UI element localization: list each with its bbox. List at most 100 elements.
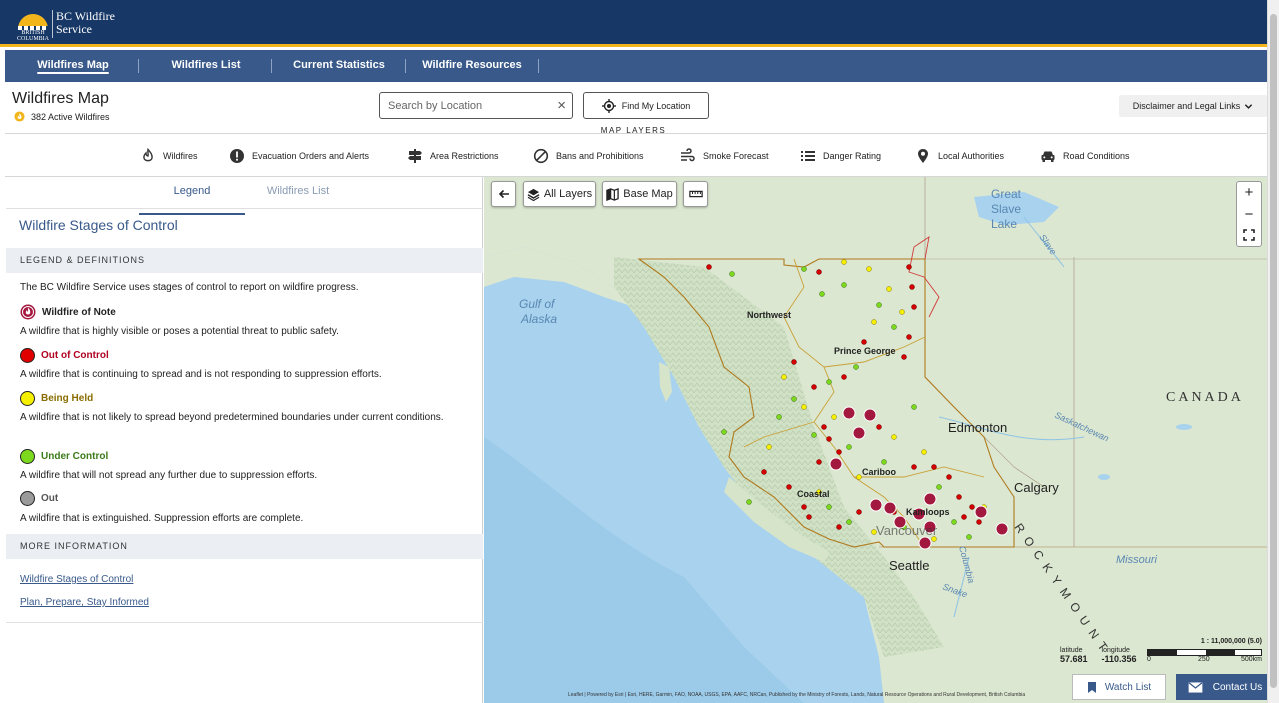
map-label: Calgary bbox=[1014, 480, 1059, 495]
nav-current-statistics[interactable]: Current Statistics bbox=[290, 50, 388, 82]
base-map-button[interactable]: Base Map bbox=[602, 181, 677, 207]
scale-bar: 1 : 11,000,000 (5.0) 0 250 500km bbox=[1147, 638, 1262, 665]
base-map-label: Base Map bbox=[623, 188, 673, 200]
search-box: × bbox=[379, 92, 573, 119]
layer-danger-rating[interactable]: Danger Rating bbox=[800, 146, 881, 166]
tab-wildfires-list[interactable]: Wildfires List bbox=[246, 185, 350, 207]
zoom-out-button[interactable]: − bbox=[1237, 204, 1261, 226]
nav-separator bbox=[538, 59, 539, 73]
watch-list-label: Watch List bbox=[1104, 681, 1152, 693]
flame-icon bbox=[14, 111, 25, 122]
link-plan-prepare[interactable]: Plan, Prepare, Stay Informed bbox=[20, 597, 149, 608]
layer-bans-prohibitions[interactable]: Bans and Prohibitions bbox=[533, 146, 644, 166]
legend-item-out: Out bbox=[20, 491, 58, 506]
layer-label: Smoke Forecast bbox=[703, 151, 769, 161]
map-label: Seattle bbox=[889, 558, 929, 573]
layer-area-restrictions[interactable]: Area Restrictions bbox=[407, 146, 499, 166]
legend-description: A wildfire that is highly visible or pos… bbox=[20, 326, 339, 337]
layer-label: Evacuation Orders and Alerts bbox=[252, 151, 370, 161]
red-dot-icon bbox=[20, 348, 35, 363]
legend-heading: LEGEND & DEFINITIONS bbox=[6, 248, 483, 273]
map-basemap: Gulf of Alaska Great Slave Lake Slave CA… bbox=[484, 177, 1267, 703]
contact-us-button[interactable]: Contact Us bbox=[1176, 674, 1267, 700]
legend-intro: The BC Wildfire Service uses stages of c… bbox=[20, 282, 359, 293]
layer-local-authorities[interactable]: Local Authorities bbox=[915, 146, 1004, 166]
find-my-location-button[interactable]: Find My Location bbox=[583, 92, 709, 119]
bookmark-icon bbox=[1087, 681, 1096, 693]
fullscreen-button[interactable] bbox=[1237, 226, 1261, 248]
legend-item-wildfire-of-note: Wildfire of Note bbox=[20, 304, 116, 320]
map-label-fire-centre: Coastal bbox=[797, 489, 830, 499]
wildfire-of-note-icon bbox=[20, 304, 36, 320]
active-wildfires-count: 382 Active Wildfires bbox=[14, 111, 110, 122]
latitude-label: latitude bbox=[1060, 647, 1083, 654]
map-label: Great bbox=[991, 187, 1022, 201]
all-layers-button[interactable]: All Layers bbox=[523, 181, 596, 207]
brand-line-2: Service bbox=[56, 22, 92, 36]
longitude-value: -110.356 bbox=[1101, 654, 1137, 664]
latitude-block: latitude 57.681 bbox=[1060, 647, 1088, 664]
zoom-in-button[interactable]: + bbox=[1237, 182, 1261, 204]
watch-list-button[interactable]: Watch List bbox=[1072, 674, 1166, 700]
latitude-value: 57.681 bbox=[1060, 654, 1088, 664]
page-title: Wildfires Map bbox=[12, 90, 109, 107]
layer-evacuation-orders[interactable]: Evacuation Orders and Alerts bbox=[229, 146, 369, 166]
disclaimer-button[interactable]: Disclaimer and Legal Links bbox=[1119, 95, 1267, 117]
legend-item-under-control: Under Control bbox=[20, 449, 108, 464]
disclaimer-label: Disclaimer and Legal Links bbox=[1132, 101, 1241, 111]
map-label: Lake bbox=[991, 217, 1017, 231]
measure-button[interactable] bbox=[683, 181, 708, 207]
layer-wildfires[interactable]: Wildfires bbox=[140, 146, 198, 166]
divider bbox=[5, 133, 1267, 134]
more-info-heading: MORE INFORMATION bbox=[6, 534, 483, 559]
layer-label: Road Conditions bbox=[1063, 151, 1130, 161]
nav-separator bbox=[405, 59, 406, 73]
link-stages-of-control[interactable]: Wildfire Stages of Control bbox=[20, 574, 133, 585]
panel-title: Wildfire Stages of Control bbox=[19, 217, 178, 233]
contact-us-label: Contact Us bbox=[1212, 681, 1263, 693]
search-input[interactable] bbox=[388, 97, 548, 114]
location-pin-icon bbox=[918, 149, 928, 163]
nav-wildfires-list[interactable]: Wildfires List bbox=[160, 50, 252, 82]
map-label: Gulf of bbox=[519, 297, 556, 311]
legend-label: Being Held bbox=[41, 393, 94, 404]
crosshair-icon bbox=[601, 98, 616, 113]
all-layers-label: All Layers bbox=[543, 188, 593, 200]
main-nav: Wildfires Map Wildfires List Current Sta… bbox=[5, 50, 1267, 82]
legend-label: Under Control bbox=[41, 451, 109, 462]
envelope-icon bbox=[1188, 681, 1203, 693]
brand-name: BC Wildfire Service bbox=[56, 10, 126, 36]
coordinates-readout: latitude 57.681 longitude -110.356 bbox=[1060, 647, 1137, 664]
layer-label: Bans and Prohibitions bbox=[556, 151, 644, 161]
tabs-divider bbox=[6, 208, 483, 209]
scrollbar-thumb[interactable] bbox=[1270, 14, 1277, 688]
layer-smoke-forecast[interactable]: Smoke Forecast bbox=[680, 146, 769, 166]
map-label: Vancouver bbox=[876, 523, 938, 538]
nav-wildfire-resources[interactable]: Wildfire Resources bbox=[420, 50, 524, 82]
layer-road-conditions[interactable]: Road Conditions bbox=[1040, 146, 1130, 166]
smoke-icon bbox=[681, 148, 695, 162]
find-my-location-label: Find My Location bbox=[621, 100, 691, 111]
yellow-dot-icon bbox=[20, 391, 35, 406]
list-icon bbox=[801, 151, 815, 161]
map-attribution[interactable]: Leaflet | Powered by Esri | Esri, HERE, … bbox=[568, 692, 1128, 698]
top-header: BRITISH COLUMBIA BC Wildfire Service bbox=[0, 0, 1279, 47]
map-icon bbox=[606, 187, 619, 201]
scale-tick: 250 bbox=[1198, 656, 1210, 663]
legend-panel: Legend Wildfires List Wildfire Stages of… bbox=[6, 177, 483, 703]
scale-graphic bbox=[1147, 649, 1262, 656]
nav-separator bbox=[138, 59, 139, 73]
map-label-fire-centre: Northwest bbox=[747, 310, 791, 320]
car-icon bbox=[1041, 151, 1055, 162]
legend-description: A wildfire that is extinguished. Suppres… bbox=[20, 513, 304, 524]
close-icon[interactable]: × bbox=[557, 97, 566, 114]
nav-wildfires-map[interactable]: Wildfires Map bbox=[27, 50, 119, 82]
back-button[interactable] bbox=[491, 181, 516, 207]
wildfire-map[interactable]: Gulf of Alaska Great Slave Lake Slave CA… bbox=[484, 177, 1267, 703]
page-scrollbar[interactable] bbox=[1267, 0, 1279, 703]
divider bbox=[6, 622, 483, 623]
ruler-icon bbox=[688, 190, 703, 198]
arrow-left-icon bbox=[498, 189, 509, 199]
bc-wildfire-logo[interactable]: BRITISH COLUMBIA BC Wildfire Service bbox=[14, 8, 126, 43]
tab-legend[interactable]: Legend bbox=[139, 185, 245, 215]
